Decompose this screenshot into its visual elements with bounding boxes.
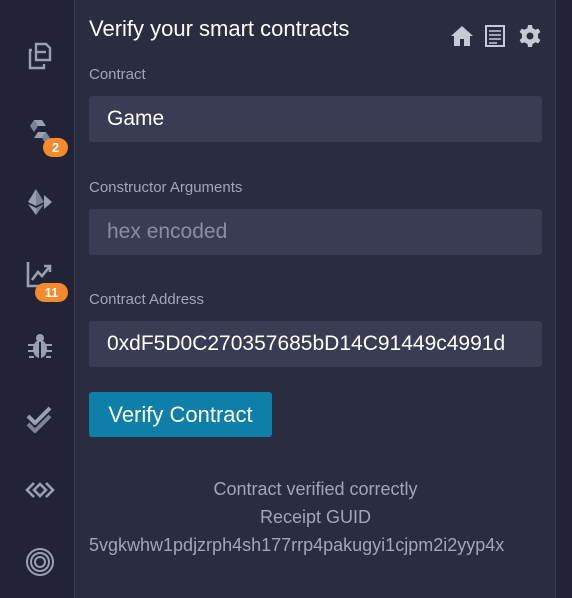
test-icon[interactable] bbox=[20, 398, 60, 438]
debugger-icon[interactable] bbox=[20, 326, 60, 366]
document-icon[interactable] bbox=[483, 24, 507, 48]
icon-sidebar: 2 11 bbox=[0, 0, 75, 598]
receipt-guid-label: Receipt GUID bbox=[259, 507, 372, 527]
verify-panel: Verify your smart contracts Contract Gam… bbox=[76, 0, 555, 598]
panel-title: Verify your smart contracts bbox=[89, 16, 350, 41]
compiler-badge: 2 bbox=[43, 138, 68, 157]
verification-status: Contract verified correctly bbox=[213, 479, 418, 499]
gear-icon[interactable] bbox=[518, 24, 542, 48]
target-icon[interactable] bbox=[20, 542, 60, 582]
contract-address-input[interactable]: 0xdF5D0C270357685bD14C91449c4991d bbox=[89, 321, 542, 367]
deploy-run-icon[interactable] bbox=[20, 182, 60, 222]
contract-select[interactable]: Game bbox=[89, 96, 542, 142]
verify-contract-button[interactable]: Verify Contract bbox=[89, 392, 272, 437]
file-explorer-icon[interactable] bbox=[20, 36, 60, 76]
receipt-guid-value: 5vgkwhw1pdjzrph4sh177rrp4pakugyi1cjpm2i2… bbox=[89, 535, 505, 555]
constructor-arguments-label: Constructor Arguments bbox=[89, 179, 243, 196]
contract-label: Contract bbox=[89, 66, 146, 83]
constructor-arguments-input[interactable] bbox=[89, 209, 542, 255]
panel-divider bbox=[555, 0, 572, 598]
plugin-icon[interactable] bbox=[20, 470, 60, 510]
analytics-badge: 11 bbox=[35, 283, 68, 302]
home-icon[interactable] bbox=[450, 24, 474, 48]
contract-address-label: Contract Address bbox=[89, 291, 205, 308]
